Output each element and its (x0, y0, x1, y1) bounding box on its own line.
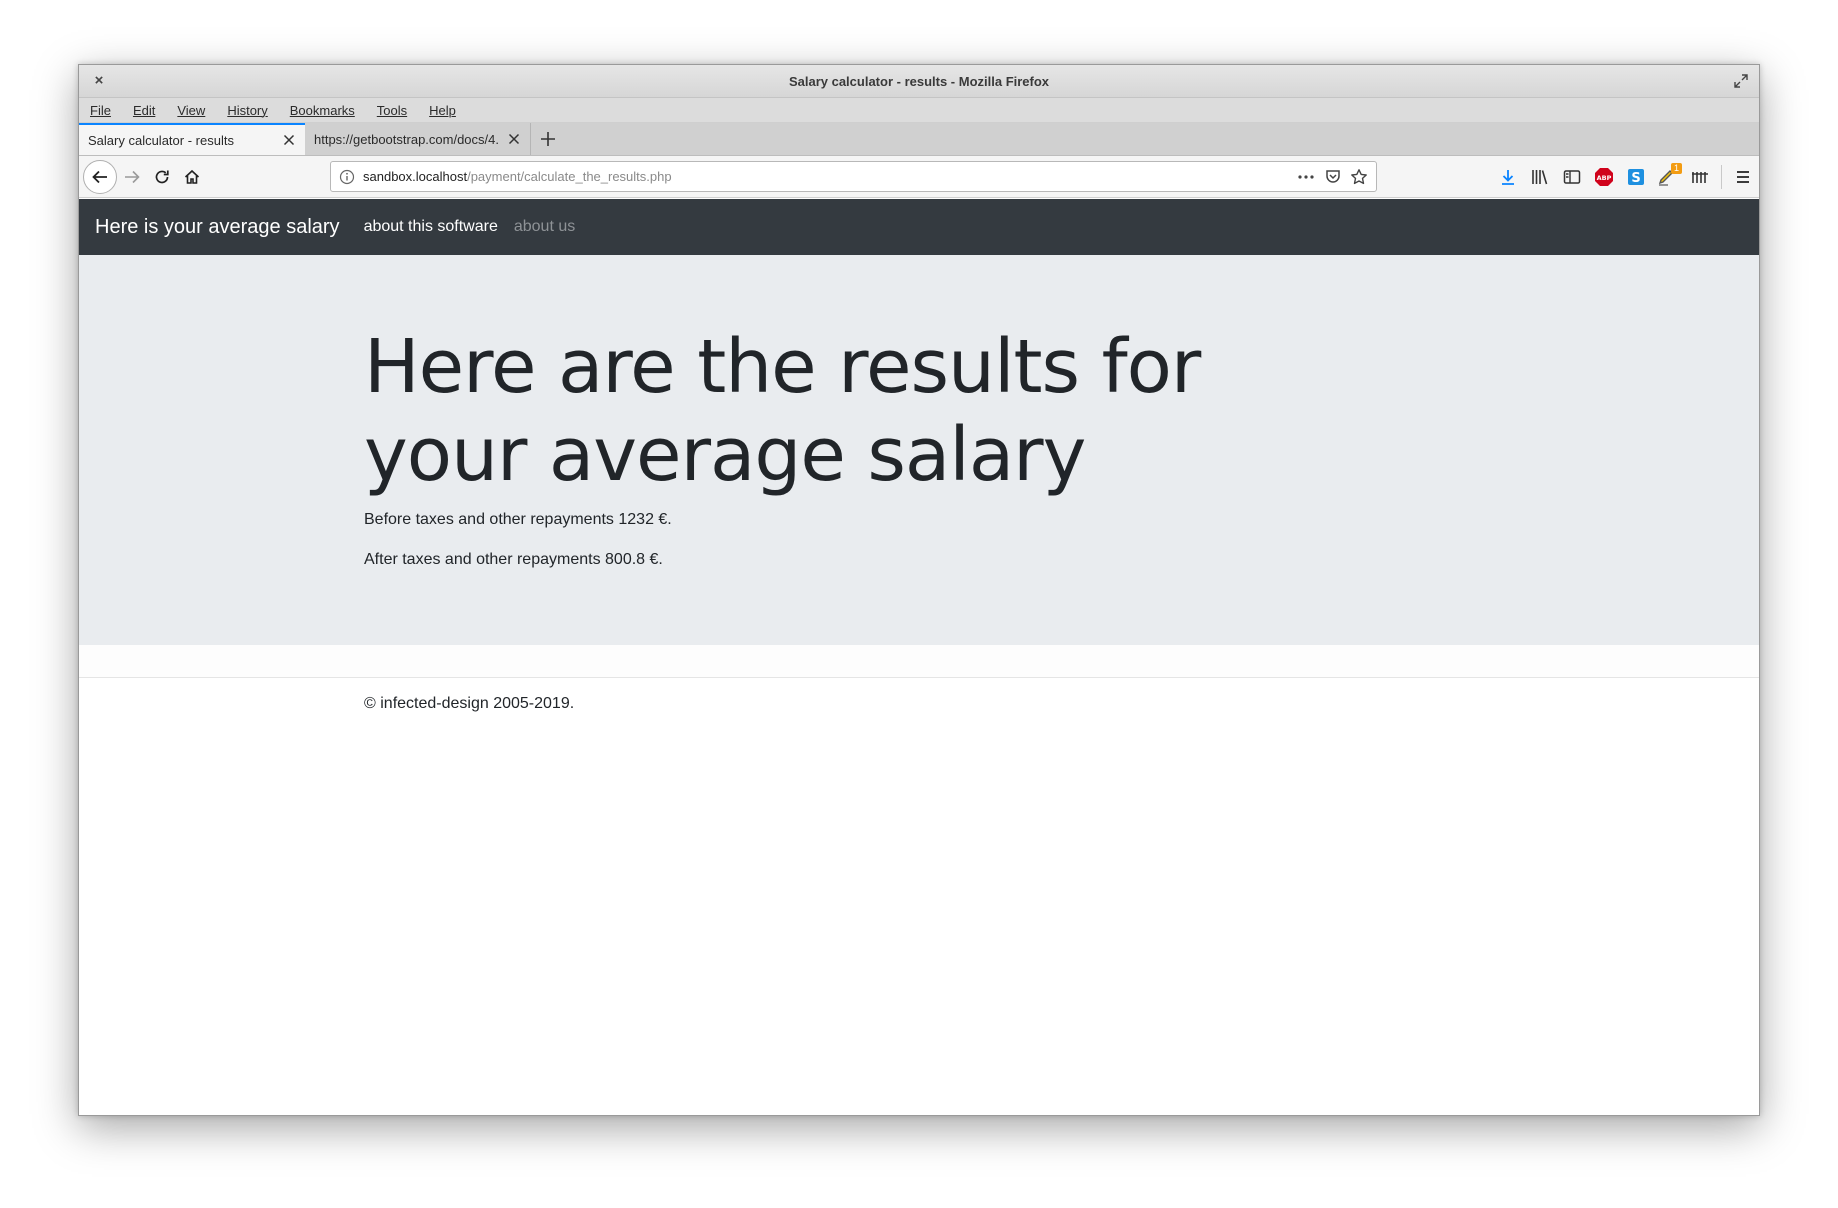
web-page: Here is your average salary about this s… (79, 199, 1759, 1115)
downloads-button[interactable] (1492, 161, 1524, 193)
more-actions-icon[interactable] (1296, 169, 1316, 185)
bookmark-star-icon[interactable] (1350, 168, 1368, 186)
menu-history[interactable]: History (227, 103, 267, 118)
menu-edit[interactable]: Edit (133, 103, 155, 118)
library-button[interactable] (1524, 161, 1556, 193)
adblock-plus-button[interactable]: ABP (1588, 161, 1620, 193)
close-icon (283, 134, 295, 146)
back-button[interactable] (83, 159, 117, 194)
forward-button[interactable] (117, 162, 147, 192)
plus-icon (541, 132, 555, 146)
nav-link-about-software[interactable]: about this software (364, 218, 498, 236)
results-heading: Here are the results for your average sa… (364, 324, 1201, 498)
results-jumbotron: Here are the results for your average sa… (79, 255, 1759, 645)
nav-link-about-us[interactable]: about us (514, 218, 575, 236)
new-tab-button[interactable] (531, 123, 565, 155)
close-icon (508, 133, 520, 145)
maximize-icon (1734, 74, 1748, 88)
tab-label: https://getbootstrap.com/docs/4. (314, 131, 499, 147)
toolbar-separator (1721, 165, 1722, 189)
reload-icon (155, 170, 169, 183)
sidebar-icon (1563, 170, 1581, 184)
hamburger-icon (1737, 171, 1749, 183)
browser-window: × Salary calculator - results - Mozilla … (78, 64, 1760, 1116)
home-icon (184, 169, 200, 184)
notification-badge: 1 (1670, 163, 1682, 174)
site-navbar: Here is your average salary about this s… (79, 199, 1759, 255)
tab-label: Salary calculator - results (88, 132, 234, 148)
menu-file[interactable]: File (90, 103, 111, 118)
content-spacer (79, 645, 1759, 677)
adblock-icon: ABP (1595, 168, 1613, 186)
window-title: Salary calculator - results - Mozilla Fi… (788, 73, 1050, 89)
extension-grid-button[interactable] (1684, 161, 1716, 193)
menu-help[interactable]: Help (429, 103, 456, 118)
library-icon (1532, 170, 1548, 185)
window-close-button[interactable]: × (89, 71, 109, 91)
svg-text:S: S (1631, 171, 1640, 186)
info-icon[interactable] (339, 169, 355, 185)
main-menu-button[interactable] (1727, 161, 1759, 193)
extension-notification-button[interactable]: 1 (1652, 161, 1684, 193)
svg-text:ABP: ABP (1597, 174, 1612, 182)
navigation-toolbar: sandbox.localhost/payment/calculate_the_… (79, 156, 1759, 198)
skype-extension-button[interactable]: S (1620, 161, 1652, 193)
menu-view[interactable]: View (177, 103, 205, 118)
sidebar-button[interactable] (1556, 161, 1588, 193)
s-badge-icon: S (1628, 169, 1644, 186)
menu-bookmarks[interactable]: Bookmarks (290, 103, 355, 118)
url-host: sandbox.localhost (363, 169, 468, 184)
url-path: /payment/calculate_the_results.php (467, 169, 672, 184)
tab-bootstrap-docs[interactable]: https://getbootstrap.com/docs/4. (305, 123, 531, 155)
window-maximize-button[interactable] (1731, 71, 1751, 91)
url-bar[interactable]: sandbox.localhost/payment/calculate_the_… (330, 161, 1377, 192)
arrow-left-icon (92, 170, 107, 183)
title-bar: × Salary calculator - results - Mozilla … (79, 65, 1759, 98)
menu-tools[interactable]: Tools (377, 103, 407, 118)
site-brand[interactable]: Here is your average salary (95, 216, 340, 239)
home-button[interactable] (177, 162, 207, 192)
salary-before-taxes: Before taxes and other repayments 1232 €… (364, 511, 672, 528)
toolbar-right: ABP S 1 (1492, 156, 1759, 198)
tab-salary-results[interactable]: Salary calculator - results (79, 123, 305, 155)
reload-button[interactable] (147, 162, 177, 192)
footer-copyright: © infected-design 2005-2019. (364, 695, 575, 712)
tab-close-button[interactable] (281, 132, 297, 148)
menu-bar: File Edit View History Bookmarks Tools H… (79, 98, 1759, 123)
url-text[interactable]: sandbox.localhost/payment/calculate_the_… (363, 169, 1296, 184)
pocket-icon[interactable] (1324, 168, 1342, 186)
tab-close-button[interactable] (506, 131, 522, 147)
site-footer: © infected-design 2005-2019. (79, 677, 1759, 713)
url-actions (1296, 168, 1368, 186)
tab-strip: Salary calculator - results https://getb… (79, 123, 1759, 156)
salary-after-taxes: After taxes and other repayments 800.8 €… (364, 551, 663, 568)
bars-icon (1692, 172, 1708, 183)
download-icon (1502, 170, 1514, 185)
arrow-right-icon (125, 170, 140, 183)
